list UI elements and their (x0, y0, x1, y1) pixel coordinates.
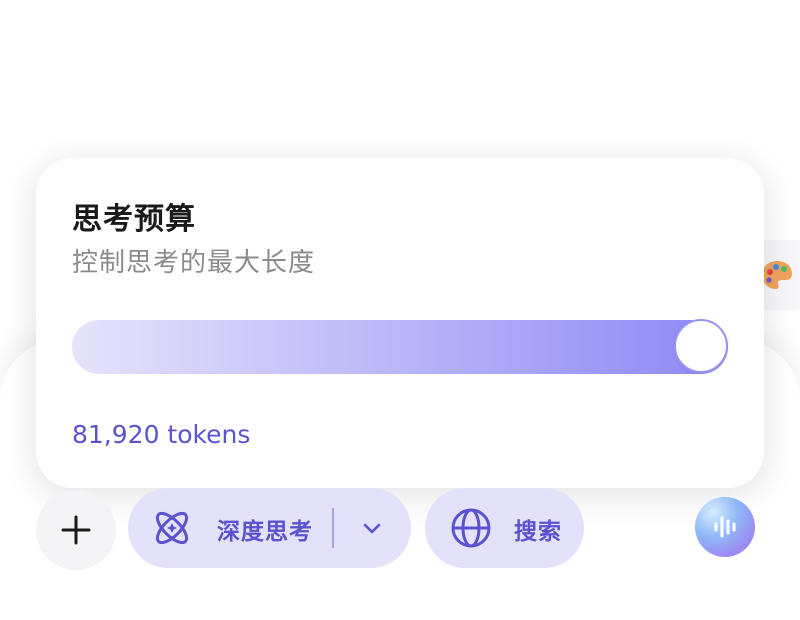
deep-think-label: 深度思考 (217, 519, 313, 545)
chevron-down-icon[interactable] (360, 516, 384, 540)
thinking-budget-popover: 思考预算 控制思考的最大长度 81,920 tokens (36, 158, 764, 488)
slider-track[interactable] (72, 320, 728, 374)
globe-icon (451, 508, 491, 548)
voice-input-button[interactable] (695, 497, 755, 557)
pill-divider (332, 508, 334, 548)
popover-subtitle: 控制思考的最大长度 (72, 248, 316, 278)
palette-icon (762, 261, 792, 289)
thinking-budget-slider[interactable] (72, 319, 728, 374)
slider-thumb[interactable] (674, 319, 728, 373)
token-budget-value: 81,920 tokens (72, 420, 251, 449)
voice-wave-icon (714, 516, 736, 538)
search-label: 搜索 (514, 519, 562, 545)
add-button[interactable] (36, 490, 116, 570)
plus-icon (61, 515, 91, 545)
search-button[interactable]: 搜索 (425, 488, 584, 568)
atom-icon (155, 511, 189, 545)
popover-title: 思考预算 (72, 202, 196, 237)
deep-think-button[interactable]: 深度思考 (128, 488, 411, 568)
